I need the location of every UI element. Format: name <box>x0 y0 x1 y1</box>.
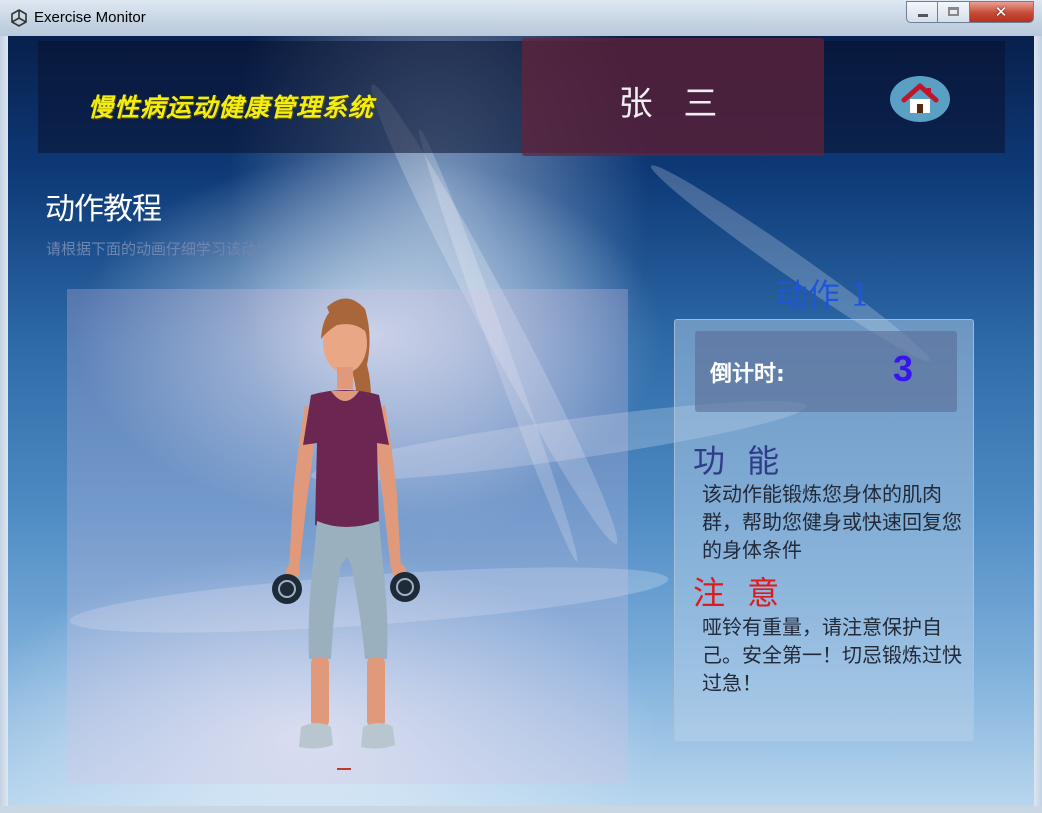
animation-progress-marker <box>337 768 351 770</box>
countdown-box: 倒计时: 3 <box>695 331 957 412</box>
tutorial-subtitle: 请根据下面的动画仔细学习该动作 <box>46 240 272 258</box>
window-title: Exercise Monitor <box>34 9 146 26</box>
app-icon <box>11 9 27 27</box>
notice-heading: 注 意 <box>693 574 786 612</box>
app-client-area: 慢性病运动健康管理系统 张 三 动作教程 请根据下面的动画仔细学习该动作 动作 … <box>8 36 1034 806</box>
user-name: 张 三 <box>618 84 728 124</box>
window-frame-bottom <box>0 806 1042 813</box>
exercise-animation-panel <box>67 289 628 784</box>
maximize-button[interactable] <box>938 1 970 23</box>
window-frame-right <box>1034 36 1042 813</box>
countdown-label: 倒计时: <box>710 362 785 387</box>
woman-dumbbell-figure <box>272 298 420 749</box>
countdown-value: 3 <box>893 348 914 389</box>
action-info-card: 倒计时: 3 功 能 该动作能锻炼您身体的肌肉群，帮助您健身或快速回复您的身体条… <box>674 319 974 742</box>
action-title: 动作 1 <box>775 276 871 314</box>
close-button[interactable]: ✕ <box>970 1 1034 23</box>
home-button[interactable] <box>890 76 950 122</box>
home-icon <box>901 83 939 113</box>
function-heading: 功 能 <box>693 442 786 480</box>
notice-text: 哑铃有重量，请注意保护自己。安全第一！切忌锻炼过快过急！ <box>702 615 962 695</box>
tutorial-title: 动作教程 <box>45 192 162 227</box>
window-frame-left <box>0 36 8 813</box>
minimize-button[interactable] <box>906 1 938 23</box>
function-text: 该动作能锻炼您身体的肌肉群，帮助您健身或快速回复您的身体条件 <box>702 482 962 562</box>
close-icon: ✕ <box>994 3 1008 21</box>
user-panel: 张 三 <box>522 38 824 156</box>
title-bar[interactable]: Exercise Monitor ✕ <box>0 0 1042 37</box>
system-title: 慢性病运动健康管理系统 <box>88 93 375 122</box>
